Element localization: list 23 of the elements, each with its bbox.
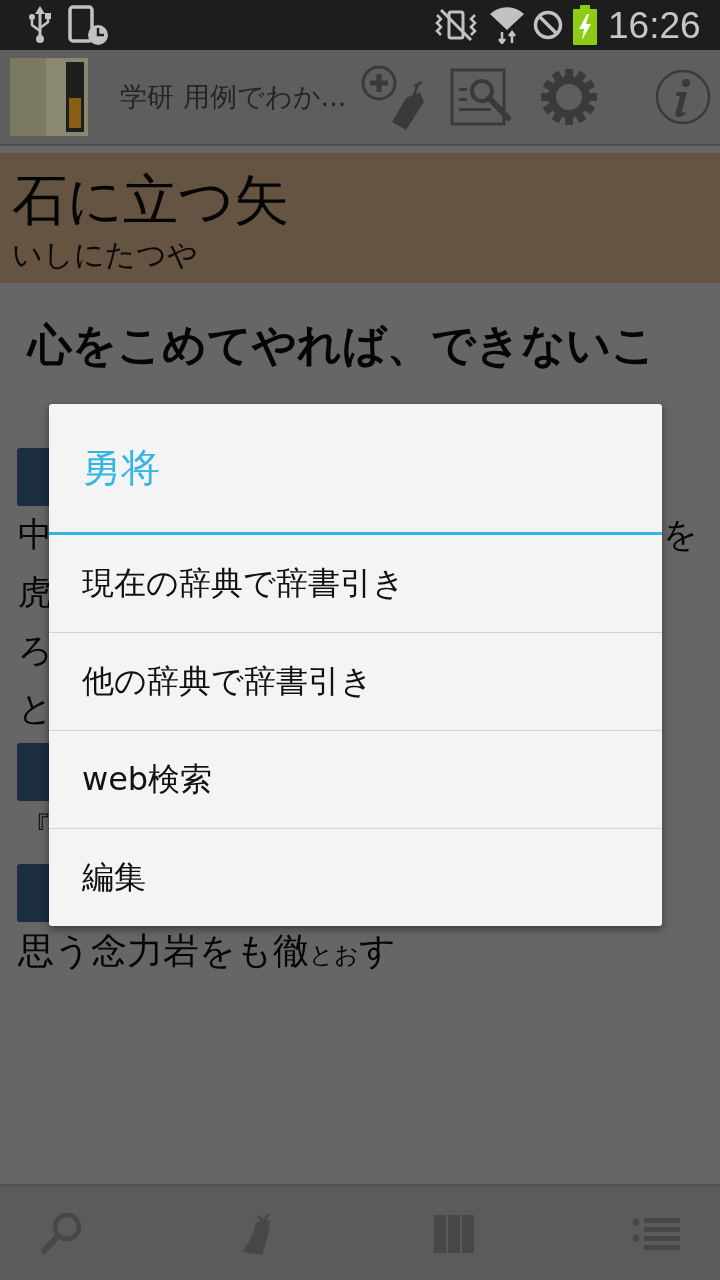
menu-item[interactable]: 他の辞典で辞書引き: [49, 633, 662, 731]
battery-charging-icon: [572, 5, 598, 45]
headword-reading: いしにたつや: [12, 237, 198, 273]
usb-icon: [28, 6, 52, 44]
document-search-icon[interactable]: [450, 68, 513, 126]
body-text: 中: [18, 513, 52, 556]
definition-heading: 心をこめてやれば、できないこ: [28, 319, 656, 371]
headword: 石に立つ矢: [12, 169, 289, 231]
status-time: 16:26: [608, 6, 701, 44]
menu-item[interactable]: web検索: [49, 731, 662, 829]
dialog-title: 勇将: [49, 404, 662, 535]
vibrate-off-icon: [435, 9, 477, 41]
phone-clock-icon: [68, 5, 108, 45]
wifi-icon: [489, 6, 525, 44]
body-text: 『: [18, 808, 52, 851]
app-title: 学研 用例でわか...: [120, 80, 347, 114]
info-icon[interactable]: [655, 69, 712, 125]
settings-icon[interactable]: [540, 68, 599, 126]
body-text: 虎: [18, 571, 52, 614]
body-text: を: [663, 513, 698, 556]
menu-item[interactable]: 現在の辞典で辞書引き: [49, 535, 662, 633]
blocked-icon: [533, 10, 563, 40]
menu-item[interactable]: 編集: [49, 829, 662, 926]
